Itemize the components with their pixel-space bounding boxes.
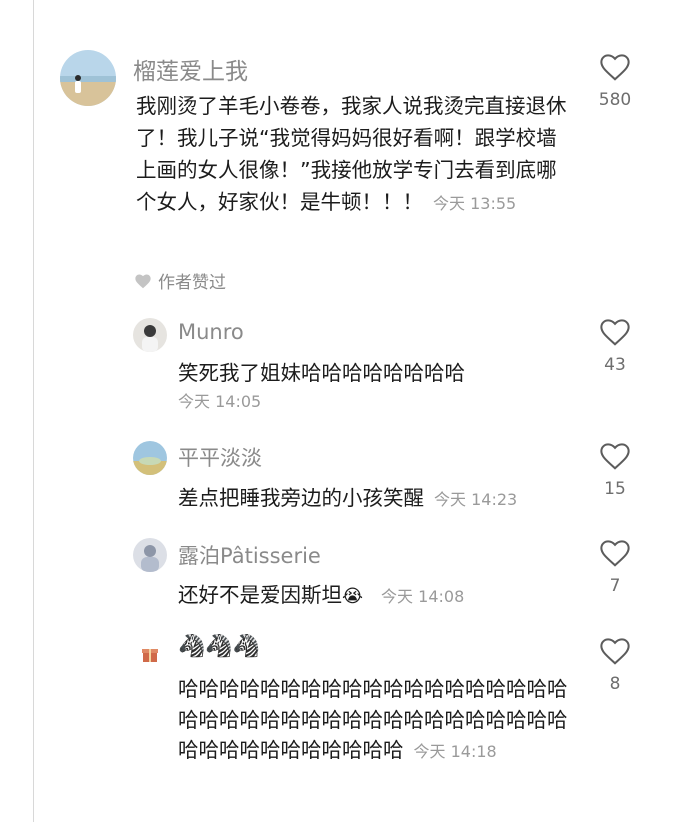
like-button[interactable]: 580: [585, 52, 645, 110]
comment-text: 差点把睡我旁边的小孩笑醒 今天 14:23: [178, 481, 517, 511]
timestamp: 今天 14:08: [381, 587, 465, 606]
like-count: 580: [598, 90, 632, 110]
avatar[interactable]: [133, 538, 167, 572]
username[interactable]: 榴莲爱上我: [133, 52, 248, 86]
timestamp: 今天 14:05: [178, 392, 262, 411]
thread-divider: [33, 0, 34, 822]
heart-outline-icon[interactable]: [598, 317, 632, 347]
comment-body: 笑死我了姐妹哈哈哈哈哈哈哈哈: [178, 361, 465, 385]
avatar[interactable]: [133, 441, 167, 475]
author-liked-badge: 作者赞过: [134, 268, 226, 293]
heart-filled-icon: [135, 273, 151, 288]
like-count: 15: [604, 479, 626, 499]
author-liked-label: 作者赞过: [158, 273, 226, 293]
username[interactable]: 🦓🦓🦓: [178, 634, 260, 659]
username[interactable]: 露泊Pâtisserie: [178, 540, 321, 570]
heart-outline-icon[interactable]: [598, 441, 632, 471]
comment-body: 还好不是爱因斯坦: [178, 583, 342, 607]
like-count: 8: [609, 674, 621, 694]
timestamp: 今天 14:18: [413, 742, 497, 761]
comment-text: 我刚烫了羊毛小卷卷，我家人说我烫完直接退休了！我儿子说“我觉得妈妈很好看啊！跟学…: [136, 90, 572, 220]
heart-outline-icon[interactable]: [598, 636, 632, 666]
timestamp: 今天 13:55: [433, 194, 517, 213]
avatar[interactable]: [140, 644, 160, 664]
avatar[interactable]: [60, 50, 116, 106]
like-button[interactable]: 15: [585, 441, 645, 499]
heart-outline-icon[interactable]: [598, 538, 632, 568]
like-button[interactable]: 8: [585, 636, 645, 694]
comment-body: 差点把睡我旁边的小孩笑醒: [178, 486, 424, 510]
username[interactable]: Munro: [178, 320, 244, 344]
timestamp: 今天 14:23: [434, 490, 518, 509]
comment-text: 哈哈哈哈哈哈哈哈哈哈哈哈哈哈哈哈哈哈哈哈哈哈哈哈哈哈哈哈哈哈哈哈哈哈哈哈哈哈哈哈…: [178, 674, 578, 768]
comment-text: 还好不是爱因斯坦😭 今天 14:08: [178, 578, 464, 608]
username[interactable]: 平平淡淡: [178, 442, 262, 472]
heart-outline-icon[interactable]: [598, 52, 632, 82]
like-button[interactable]: 7: [585, 538, 645, 596]
like-count: 7: [609, 576, 621, 596]
like-count: 43: [604, 355, 626, 375]
crying-emoji: 😭: [342, 586, 364, 607]
avatar[interactable]: [133, 318, 167, 352]
comment-body: 哈哈哈哈哈哈哈哈哈哈哈哈哈哈哈哈哈哈哈哈哈哈哈哈哈哈哈哈哈哈哈哈哈哈哈哈哈哈哈哈…: [178, 677, 568, 762]
like-button[interactable]: 43: [585, 317, 645, 375]
